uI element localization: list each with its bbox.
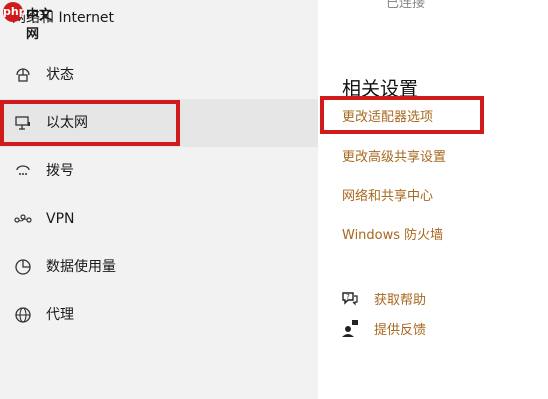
- sidebar-item-label: 状态: [46, 67, 74, 83]
- advanced-sharing-settings-link[interactable]: 更改高级共享设置: [342, 146, 446, 165]
- sidebar-item-label: VPN: [46, 211, 75, 227]
- data-usage-icon: [13, 257, 33, 277]
- give-feedback-link[interactable]: 提供反馈: [340, 318, 426, 338]
- get-help-link[interactable]: ? 获取帮助: [340, 288, 426, 308]
- sidebar-item-vpn[interactable]: VPN: [0, 195, 318, 243]
- php-logo-icon: php: [3, 2, 27, 22]
- help-icon: ?: [340, 288, 360, 308]
- sidebar-item-status[interactable]: 状态: [0, 51, 318, 99]
- get-help-label: 获取帮助: [374, 292, 427, 308]
- sidebar-item-proxy[interactable]: 代理: [0, 291, 318, 339]
- feedback-icon: [340, 318, 360, 338]
- sidebar-item-label: 数据使用量: [46, 259, 116, 275]
- main-pane: 已连接 相关设置 更改适配器选项 更改高级共享设置 网络和共享中心 Window…: [318, 0, 548, 399]
- sidebar-item-dialup[interactable]: 拨号: [0, 147, 318, 195]
- vpn-icon: [13, 209, 33, 229]
- windows-firewall-link[interactable]: Windows 防火墙: [342, 224, 443, 243]
- proxy-icon: [13, 305, 33, 325]
- highlight-box-adapter-options: [320, 96, 484, 134]
- svg-text:?: ?: [346, 293, 350, 301]
- status-icon: [13, 65, 33, 85]
- sidebar-item-label: 拨号: [46, 163, 74, 179]
- give-feedback-label: 提供反馈: [374, 322, 427, 338]
- sidebar-item-data-usage[interactable]: 数据使用量: [0, 243, 318, 291]
- dialup-icon: [13, 161, 33, 181]
- sidebar-item-label: 代理: [46, 307, 74, 323]
- php-watermark: php 中文网: [0, 0, 60, 42]
- highlight-box-ethernet: [0, 100, 180, 146]
- network-sharing-center-link[interactable]: 网络和共享中心: [342, 185, 433, 204]
- watermark-text: 中文网: [26, 8, 53, 42]
- connection-status-text: 已连接: [386, 0, 426, 11]
- sidebar: 网络和 Internet php 中文网 状态 以太网 拨号 VPN 数据使用量: [0, 0, 318, 399]
